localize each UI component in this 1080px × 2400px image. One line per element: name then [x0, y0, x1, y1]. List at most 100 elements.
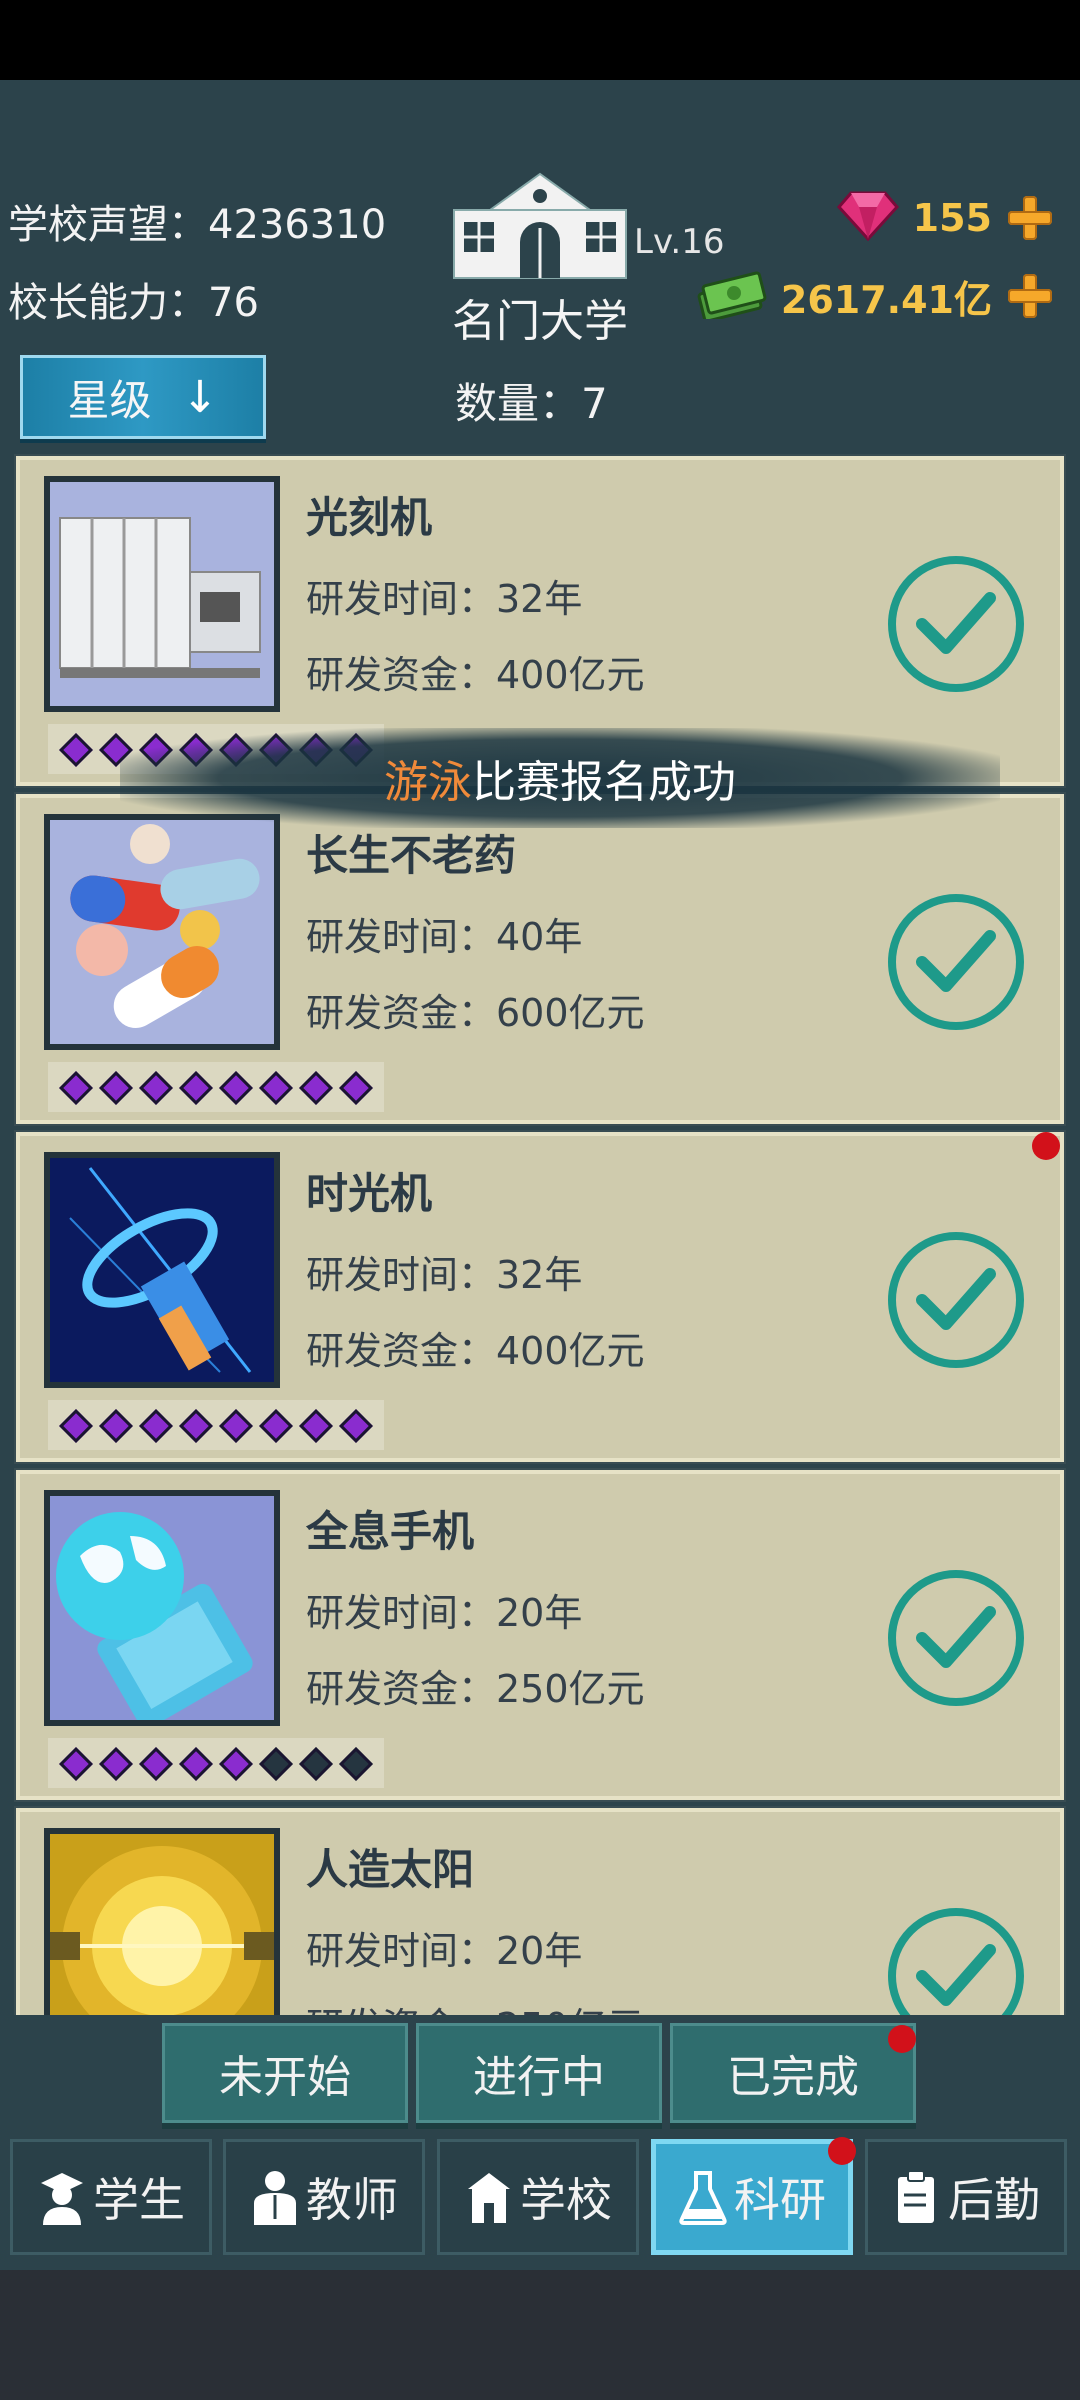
- sort-label: 星级: [67, 375, 152, 425]
- ability-stat: 校长能力：76: [8, 270, 259, 328]
- project-funds: 研发资金：250亿元: [306, 1667, 645, 1711]
- sort-arrow-icon: ↓: [181, 371, 219, 423]
- completed-check-icon: [888, 1908, 1024, 2015]
- research-list[interactable]: 光刻机 研发时间：32年 研发资金：400亿元 长生不老药 研发时间：40年 研…: [0, 450, 1080, 2015]
- school-building-icon[interactable]: [450, 170, 630, 280]
- project-time: 研发时间：40年: [306, 915, 583, 959]
- star-filled-icon: [218, 1070, 253, 1105]
- hologram-phone-icon: [44, 1490, 280, 1726]
- star-rating: [48, 1738, 384, 1788]
- research-card[interactable]: 人造太阳 研发时间：20年 研发资金：250亿元: [14, 1806, 1066, 2015]
- star-rating: [48, 1400, 384, 1450]
- gem-value: 155: [912, 196, 992, 240]
- tab-not-started[interactable]: 未开始: [162, 2023, 408, 2123]
- research-card[interactable]: 时光机 研发时间：32年 研发资金：400亿元: [14, 1130, 1066, 1464]
- nav-students[interactable]: 学生: [10, 2139, 212, 2255]
- nav-label: 学生: [93, 2173, 185, 2227]
- project-time: 研发时间：32年: [306, 1253, 583, 1297]
- star-filled-icon: [178, 1746, 213, 1781]
- gem-counter: 155: [836, 188, 1054, 248]
- star-filled-icon: [218, 1408, 253, 1443]
- research-notification-dot: [828, 2137, 856, 2165]
- tab-label: 进行中: [473, 2052, 605, 2103]
- add-money-button[interactable]: [1006, 272, 1054, 320]
- star-filled-icon: [138, 1746, 173, 1781]
- completed-check-icon: [888, 1570, 1024, 1706]
- project-time: 研发时间：32年: [306, 577, 583, 621]
- student-icon: [41, 2173, 83, 2225]
- cash-icon: [697, 269, 767, 323]
- completed-check-icon: [888, 1232, 1024, 1368]
- count-value: 7: [581, 379, 608, 428]
- nav-school[interactable]: 学校: [437, 2139, 639, 2255]
- star-filled-icon: [138, 1070, 173, 1105]
- school-icon: [468, 2173, 510, 2223]
- project-name: 长生不老药: [306, 831, 517, 880]
- money-counter: 2617.41亿: [697, 266, 1054, 326]
- star-filled-icon: [138, 1408, 173, 1443]
- project-funds: 研发资金：600亿元: [306, 991, 645, 1035]
- project-time: 研发时间：20年: [306, 1591, 583, 1635]
- star-filled-icon: [178, 1408, 213, 1443]
- nav-label: 学校: [520, 2173, 612, 2227]
- star-filled-icon: [178, 1070, 213, 1105]
- tab-completed[interactable]: 已完成: [670, 2023, 916, 2123]
- toast-message: 游泳 比赛报名成功: [120, 728, 1000, 828]
- school-name: 名门大学: [452, 296, 628, 347]
- star-filled-icon: [98, 1746, 133, 1781]
- bottom-navigation: 学生 教师 学校 科研 后勤: [0, 2135, 1080, 2270]
- item-count: 数量：7: [455, 370, 608, 431]
- system-navigation-area: [0, 2270, 1080, 2400]
- reputation-label: 学校声望：: [8, 202, 208, 248]
- star-filled-icon: [298, 1408, 333, 1443]
- star-rating: [48, 1062, 384, 1112]
- star-filled-icon: [58, 1070, 93, 1105]
- nav-research[interactable]: 科研: [651, 2139, 853, 2255]
- star-filled-icon: [98, 1408, 133, 1443]
- clipboard-icon: [898, 2170, 934, 2223]
- star-filled-icon: [258, 1408, 293, 1443]
- project-name: 时光机: [306, 1169, 433, 1218]
- nav-label: 科研: [734, 2173, 826, 2227]
- star-filled-icon: [298, 1070, 333, 1105]
- teacher-icon: [254, 2171, 296, 2225]
- star-filled-icon: [58, 732, 93, 767]
- gem-icon: [836, 191, 899, 245]
- research-card[interactable]: 全息手机 研发时间：20年 研发资金：250亿元: [14, 1468, 1066, 1802]
- project-funds: 研发资金：400亿元: [306, 1329, 645, 1373]
- sort-by-stars-button[interactable]: 星级 ↓: [20, 355, 266, 439]
- reputation-stat: 学校声望：4236310: [8, 192, 386, 250]
- star-filled-icon: [98, 1070, 133, 1105]
- lithography-machine-icon: [44, 476, 280, 712]
- star-filled-icon: [258, 1070, 293, 1105]
- nav-logistics[interactable]: 后勤: [865, 2139, 1067, 2255]
- add-gems-button[interactable]: [1006, 194, 1054, 242]
- money-value: 2617.41亿: [780, 277, 992, 322]
- tab-in-progress[interactable]: 进行中: [416, 2023, 662, 2123]
- ability-label: 校长能力：: [8, 280, 208, 326]
- tab-label: 未开始: [219, 2052, 351, 2103]
- project-time: 研发时间：20年: [306, 1929, 583, 1973]
- project-name: 全息手机: [306, 1507, 475, 1556]
- tab-label: 已完成: [727, 2052, 859, 2103]
- flask-icon: [679, 2171, 727, 2225]
- star-filled-icon: [338, 1408, 373, 1443]
- star-empty-icon: [298, 1746, 333, 1781]
- status-bar: [0, 0, 1080, 80]
- artificial-sun-icon: [44, 1828, 280, 2015]
- toast-text: 比赛报名成功: [472, 757, 736, 808]
- count-label: 数量：: [455, 379, 582, 428]
- pills-icon: [44, 814, 280, 1050]
- project-funds: 研发资金：400亿元: [306, 653, 645, 697]
- nav-teachers[interactable]: 教师: [223, 2139, 425, 2255]
- completed-check-icon: [888, 556, 1024, 692]
- star-empty-icon: [338, 1746, 373, 1781]
- status-filter-bar: 未开始 进行中 已完成: [0, 2015, 1080, 2135]
- reputation-value: 4236310: [208, 202, 387, 248]
- research-card[interactable]: 长生不老药 研发时间：40年 研发资金：600亿元: [14, 792, 1066, 1126]
- new-notification-dot: [1032, 1132, 1060, 1160]
- school-level: Lv.16: [634, 222, 725, 262]
- nav-label: 后勤: [948, 2173, 1040, 2227]
- star-filled-icon: [58, 1408, 93, 1443]
- project-name: 光刻机: [306, 493, 433, 542]
